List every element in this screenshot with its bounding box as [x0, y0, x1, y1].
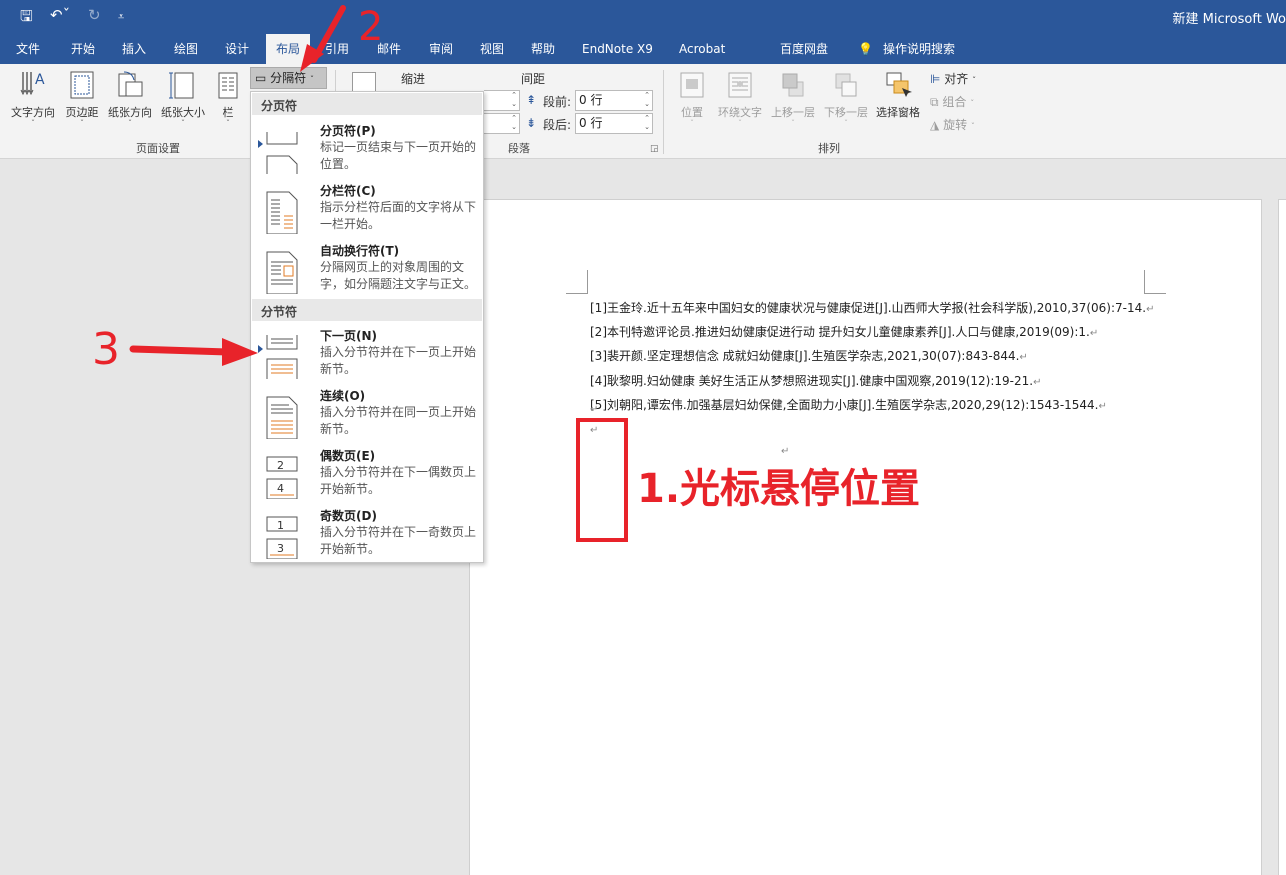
arrow-3-icon [129, 338, 258, 366]
annotation-arrows [129, 5, 346, 366]
arrow-2-icon [300, 5, 346, 72]
